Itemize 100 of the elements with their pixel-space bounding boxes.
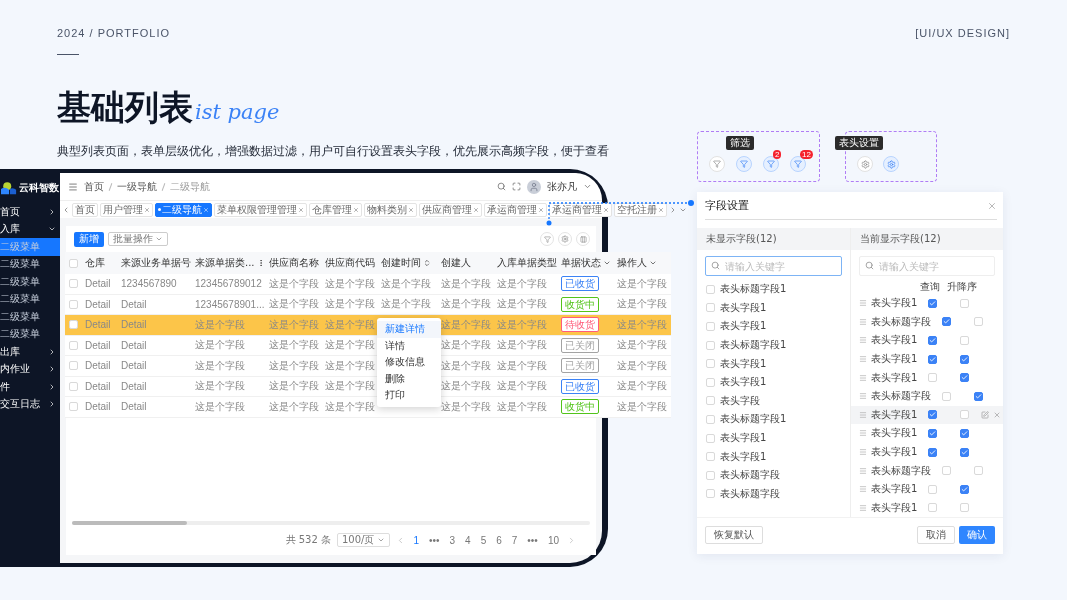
table-row[interactable]: Detail Detail 12345678901... 这是个字段 这是个字段 这是个字段 这是个字段 这是个字段 收货中 这是个字段: [65, 294, 671, 315]
close-icon[interactable]: [473, 206, 479, 213]
nav-item[interactable]: 出库: [0, 343, 60, 361]
tab[interactable]: 承运商管理: [549, 202, 612, 217]
table-row[interactable]: Detail 1234567890 123456789012 这是个字段 这是个字段 这是个字段 这是个字段 这是个字段 已收货 这是个字段: [65, 274, 671, 295]
drag-handle-icon[interactable]: [859, 503, 867, 512]
tab[interactable]: 物料类别: [364, 202, 417, 217]
settings-button[interactable]: [558, 232, 572, 246]
page-button[interactable]: 4: [463, 534, 473, 546]
tab[interactable]: 供应商管理: [419, 202, 482, 217]
checkbox[interactable]: [927, 354, 937, 364]
scroll-left-button[interactable]: [62, 205, 70, 214]
close-icon[interactable]: [408, 206, 414, 213]
filter-button[interactable]: [790, 156, 806, 172]
close-icon[interactable]: [987, 200, 997, 211]
sort-icon[interactable]: [423, 259, 431, 267]
add-button[interactable]: 新增: [74, 231, 104, 247]
checkbox[interactable]: [927, 447, 937, 457]
columns-button[interactable]: [576, 232, 590, 246]
settings-button[interactable]: [857, 156, 873, 172]
reset-button[interactable]: 恢复默认: [705, 526, 763, 545]
checkbox[interactable]: [959, 484, 969, 494]
close-icon[interactable]: [538, 206, 544, 213]
settings-button[interactable]: [883, 156, 899, 172]
breadcrumb-link[interactable]: 首页: [84, 179, 104, 194]
cancel-button[interactable]: 取消: [917, 526, 955, 545]
menu-item[interactable]: 修改信息: [377, 354, 441, 371]
drag-handle-icon[interactable]: [859, 336, 867, 345]
nav-item[interactable]: 件: [0, 378, 60, 396]
page-button[interactable]: 6: [494, 534, 504, 546]
page-button[interactable]: 7: [509, 534, 520, 546]
drag-handle-icon[interactable]: [859, 466, 867, 475]
nav-subitem[interactable]: 二级菜单: [0, 325, 60, 343]
page-button[interactable]: 3: [447, 534, 458, 546]
tab[interactable]: 用户管理: [100, 202, 153, 217]
page-size-select[interactable]: 100/页: [337, 533, 391, 547]
checkbox[interactable]: [927, 428, 937, 438]
page-button[interactable]: •••: [427, 534, 442, 546]
close-icon[interactable]: [603, 206, 609, 213]
search-icon[interactable]: [497, 182, 506, 191]
drag-handle-icon[interactable]: [859, 317, 867, 326]
drag-handle-icon[interactable]: [859, 410, 867, 419]
checkbox[interactable]: [941, 317, 951, 327]
tab[interactable]: 菜单权限管理管理: [214, 202, 307, 217]
close-icon[interactable]: [144, 206, 150, 213]
filter-button[interactable]: [736, 156, 752, 172]
tab[interactable]: 二级导航: [155, 202, 212, 217]
tab[interactable]: 承运商管理: [484, 202, 547, 217]
nav-item[interactable]: 首页: [0, 203, 60, 221]
menu-item[interactable]: 新建详情: [377, 321, 441, 338]
chevron-icon[interactable]: [583, 182, 592, 191]
nav-subitem[interactable]: 二级菜单: [0, 308, 60, 326]
checkbox[interactable]: [927, 410, 937, 420]
checkbox[interactable]: [973, 391, 983, 401]
nav-subitem[interactable]: 二级菜单: [0, 290, 60, 308]
page-button[interactable]: 1: [411, 534, 422, 546]
tab[interactable]: 空托注册: [614, 202, 667, 217]
tab[interactable]: 仓库管理: [309, 202, 362, 217]
checkbox[interactable]: [927, 336, 937, 345]
delete-icon[interactable]: [993, 410, 1002, 419]
checkbox[interactable]: [959, 447, 969, 457]
scroll-right-button[interactable]: [669, 205, 677, 214]
drag-handle-icon[interactable]: [859, 355, 867, 364]
drag-handle-icon[interactable]: [859, 299, 867, 308]
menu-icon[interactable]: [68, 181, 78, 192]
nav-subitem[interactable]: 二级菜单: [0, 255, 60, 273]
breadcrumb-link[interactable]: 一级导航: [117, 179, 157, 194]
batch-dropdown[interactable]: 批量操作: [108, 232, 168, 246]
nav-item[interactable]: 入库: [0, 220, 60, 238]
drag-handle-icon[interactable]: [859, 373, 867, 382]
nav-item[interactable]: 交互日志: [0, 395, 60, 413]
checkbox[interactable]: [959, 354, 969, 364]
tab[interactable]: 首页: [72, 202, 98, 217]
drag-handle-icon[interactable]: [859, 392, 867, 401]
close-icon[interactable]: [298, 206, 304, 213]
search-field[interactable]: 请输入关键字: [705, 256, 842, 276]
filter-button[interactable]: [540, 232, 554, 246]
close-icon[interactable]: [658, 206, 664, 213]
menu-item[interactable]: 打印: [377, 387, 441, 404]
drag-handle-icon[interactable]: [859, 448, 867, 457]
filter-button[interactable]: [709, 156, 725, 172]
dropdown-icon[interactable]: [603, 259, 611, 267]
dropdown-icon[interactable]: [649, 259, 657, 267]
edit-icon[interactable]: [981, 410, 990, 419]
checkbox[interactable]: [959, 428, 969, 438]
confirm-button[interactable]: 确认: [959, 526, 995, 545]
filter-button[interactable]: [763, 156, 779, 172]
page-button[interactable]: •••: [525, 534, 540, 546]
drag-handle-icon[interactable]: [859, 429, 867, 438]
page-button[interactable]: 10: [545, 534, 561, 546]
fullscreen-icon[interactable]: [512, 182, 521, 191]
next-page-button[interactable]: [567, 535, 576, 545]
checkbox[interactable]: [927, 298, 937, 308]
drag-handle-icon[interactable]: [859, 485, 867, 494]
nav-subitem[interactable]: 二级菜单: [0, 273, 60, 291]
nav-item[interactable]: 内作业: [0, 360, 60, 378]
user-name[interactable]: 张亦凡: [547, 179, 577, 194]
checkbox[interactable]: [959, 373, 969, 383]
close-icon[interactable]: [353, 206, 359, 213]
avatar[interactable]: [527, 179, 541, 194]
